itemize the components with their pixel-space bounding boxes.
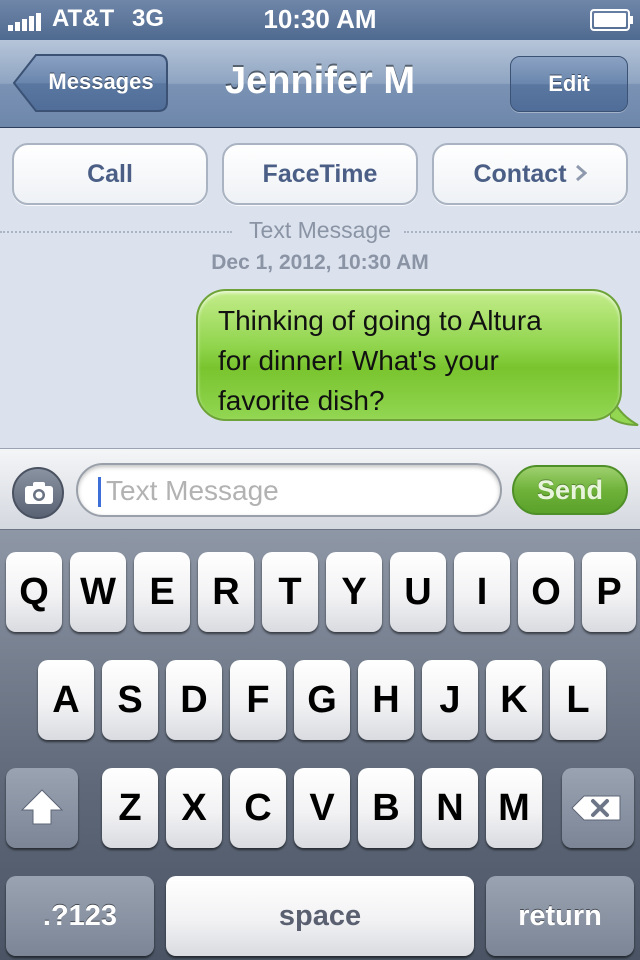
key-o[interactable]: O: [518, 552, 574, 632]
key-u[interactable]: U: [390, 552, 446, 632]
back-button-label: Messages: [48, 69, 154, 94]
key-k[interactable]: K: [486, 660, 542, 740]
contact-button[interactable]: Contact: [432, 143, 628, 205]
text-cursor: [98, 477, 101, 507]
message-line: for dinner! What's your: [218, 345, 499, 376]
shift-icon: [20, 789, 64, 825]
key-b[interactable]: B: [358, 768, 414, 848]
key-w[interactable]: W: [70, 552, 126, 632]
key-y[interactable]: Y: [326, 552, 382, 632]
key-t[interactable]: T: [262, 552, 318, 632]
return-key[interactable]: return: [486, 876, 634, 956]
key-q[interactable]: Q: [6, 552, 62, 632]
shift-key[interactable]: [6, 768, 78, 848]
key-x[interactable]: X: [166, 768, 222, 848]
delete-icon: [571, 795, 621, 821]
conversation-title: Jennifer M: [224, 60, 416, 102]
keyboard: Q W E R T Y U I O P A S D F G H J K L Z …: [0, 530, 640, 960]
key-p[interactable]: P: [582, 552, 636, 632]
message-input-bar: Text Message Send: [0, 448, 640, 530]
key-h[interactable]: H: [358, 660, 414, 740]
message-timestamp: Dec 1, 2012, 10:30 AM: [211, 251, 429, 274]
key-s[interactable]: S: [102, 660, 158, 740]
message-line: favorite dish?: [218, 385, 385, 416]
key-g[interactable]: G: [294, 660, 350, 740]
camera-icon: [25, 482, 53, 504]
message-placeholder: Text Message: [106, 475, 279, 506]
contact-button-label: Contact: [473, 160, 567, 188]
camera-button[interactable]: [12, 467, 64, 519]
space-key[interactable]: space: [166, 876, 474, 956]
key-j[interactable]: J: [422, 660, 478, 740]
message-text-field[interactable]: Text Message: [76, 463, 502, 517]
message-line: Thinking of going to Altura: [218, 305, 542, 336]
messages-back-button[interactable]: Messages: [12, 54, 168, 112]
battery-icon: [590, 9, 633, 31]
key-d[interactable]: D: [166, 660, 222, 740]
numbers-mode-key[interactable]: .?123: [6, 876, 154, 956]
chevron-right-icon: [575, 164, 587, 182]
delete-key[interactable]: [562, 768, 634, 848]
call-button[interactable]: Call: [12, 143, 208, 205]
key-c[interactable]: C: [230, 768, 286, 848]
key-e[interactable]: E: [134, 552, 190, 632]
status-bar: AT&T 3G 10:30 AM: [0, 0, 640, 40]
key-l[interactable]: L: [550, 660, 606, 740]
conversation-area[interactable]: Call FaceTime Contact Text Message Dec 1…: [0, 129, 640, 448]
edit-button[interactable]: Edit: [510, 56, 628, 112]
message-type-label: Text Message: [249, 217, 391, 243]
navigation-bar: Messages Jennifer M Edit: [0, 40, 640, 128]
key-v[interactable]: V: [294, 768, 350, 848]
key-i[interactable]: I: [454, 552, 510, 632]
key-z[interactable]: Z: [102, 768, 158, 848]
key-f[interactable]: F: [230, 660, 286, 740]
key-a[interactable]: A: [38, 660, 94, 740]
sent-message-bubble[interactable]: Thinking of going to Altura for dinner! …: [196, 289, 622, 421]
key-n[interactable]: N: [422, 768, 478, 848]
key-m[interactable]: M: [486, 768, 542, 848]
key-r[interactable]: R: [198, 552, 254, 632]
clock: 10:30 AM: [263, 4, 377, 34]
send-button[interactable]: Send: [512, 465, 628, 515]
facetime-button[interactable]: FaceTime: [222, 143, 418, 205]
